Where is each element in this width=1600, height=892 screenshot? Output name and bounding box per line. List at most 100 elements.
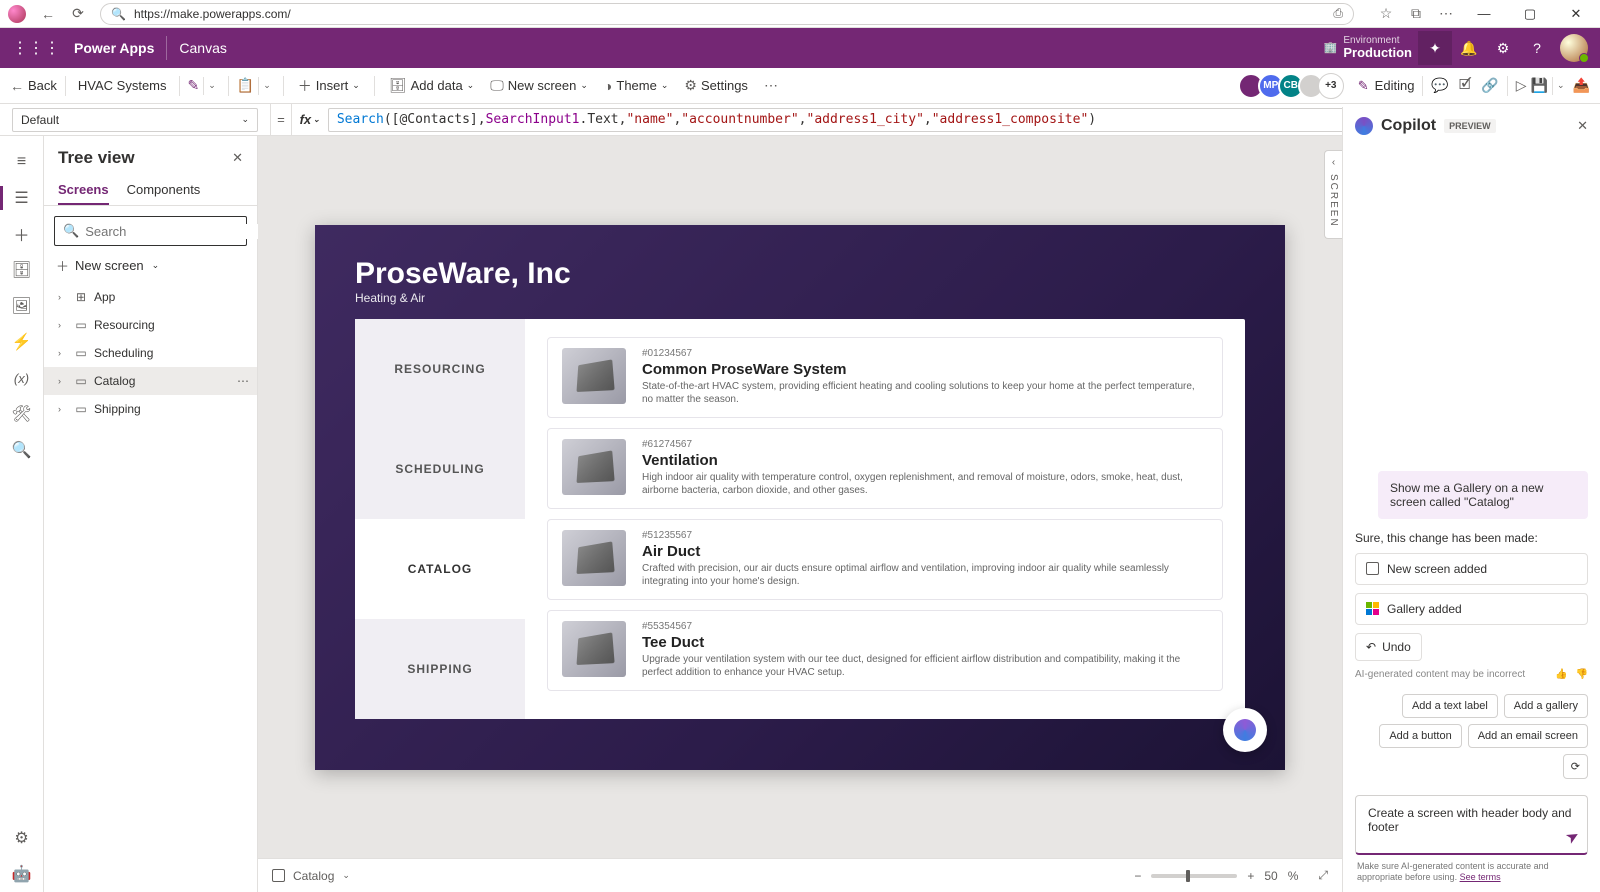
- profile-avatar[interactable]: [8, 5, 26, 23]
- tree-item-app[interactable]: ›⊞App⋯: [44, 283, 257, 311]
- copilot-title: Copilot: [1381, 117, 1436, 135]
- preview-nav-resourcing[interactable]: RESOURCING: [355, 319, 525, 419]
- send-icon[interactable]: ➤: [1561, 825, 1583, 849]
- copilot-input[interactable]: Create a screen with header body and foo…: [1355, 795, 1588, 855]
- fit-to-window-button[interactable]: ⤢: [1318, 868, 1328, 883]
- copilot-undo-button[interactable]: ↶ Undo: [1355, 633, 1422, 661]
- browser-chrome: ← ⟳ 🔍 ⎙ ☆ ⧉ ⋯ — ▢ ✕: [0, 0, 1600, 28]
- paste-dropdown[interactable]: ⌄: [258, 77, 275, 95]
- zoom-slider[interactable]: [1151, 874, 1237, 878]
- preview-nav-catalog[interactable]: CATALOG: [355, 519, 525, 619]
- rail-tree-view[interactable]: ☰: [0, 180, 44, 216]
- overflow-icon[interactable]: ⋯: [764, 77, 778, 94]
- rail-settings[interactable]: ⚙: [0, 820, 44, 856]
- property-selector[interactable]: Default ⌄: [12, 108, 258, 132]
- maximize-button[interactable]: ▢: [1514, 6, 1546, 22]
- tab-components[interactable]: Components: [127, 176, 201, 205]
- add-data-button[interactable]: 🗄 Add data ⌄: [383, 73, 480, 98]
- back-icon[interactable]: ←: [40, 6, 56, 22]
- thumbs-down-icon[interactable]: 👎: [1576, 669, 1588, 680]
- copilot-toggle-icon[interactable]: ✦: [1418, 31, 1452, 65]
- tab-screens[interactable]: Screens: [58, 176, 109, 205]
- save-dropdown[interactable]: ⌄: [1552, 77, 1569, 95]
- presence-avatars[interactable]: MP CB +3: [1244, 73, 1344, 99]
- zoom-out-button[interactable]: −: [1134, 869, 1141, 883]
- favorites-icon[interactable]: ☆: [1378, 6, 1394, 22]
- address-bar[interactable]: 🔍 ⎙: [100, 3, 1354, 25]
- tree-search-input[interactable]: [85, 224, 261, 239]
- rail-hamburger[interactable]: ≡: [0, 144, 44, 180]
- new-screen-button[interactable]: 🖵 New screen ⌄: [484, 73, 594, 98]
- url-input[interactable]: [134, 7, 1325, 21]
- editing-mode[interactable]: ✎ Editing: [1358, 78, 1415, 94]
- environment-picker[interactable]: 🏢 Environment Production: [1324, 35, 1412, 60]
- catalog-card[interactable]: #51235567Air DuctCrafted with precision,…: [547, 519, 1223, 600]
- tree-item-resourcing[interactable]: ›▭Resourcing⋯: [44, 311, 257, 339]
- close-icon[interactable]: ✕: [232, 150, 243, 166]
- settings-button[interactable]: ⚙ Settings: [678, 73, 754, 98]
- refresh-icon[interactable]: ⟳: [70, 6, 86, 22]
- back-button[interactable]: ← Back: [10, 78, 57, 94]
- notifications-icon[interactable]: 🔔: [1452, 31, 1486, 65]
- paste-icon[interactable]: 📋: [237, 77, 254, 94]
- preview-nav-shipping[interactable]: SHIPPING: [355, 619, 525, 719]
- rail-ask-virtual-agent[interactable]: 🤖: [0, 856, 44, 892]
- checker-icon[interactable]: 🗹: [1459, 74, 1472, 98]
- edit-dropdown[interactable]: ⌄: [203, 77, 220, 95]
- comments-icon[interactable]: 💬: [1431, 77, 1448, 94]
- tree-item-catalog[interactable]: ›▭Catalog⋯: [44, 367, 257, 395]
- canvas-area[interactable]: ‹ SCREEN ProseWare, Inc Heating & Air RE…: [258, 136, 1342, 858]
- screen-properties-tab[interactable]: ‹ SCREEN: [1324, 150, 1342, 239]
- preview-nav-scheduling[interactable]: SCHEDULING: [355, 419, 525, 519]
- save-icon[interactable]: 💾: [1531, 77, 1548, 94]
- see-terms-link[interactable]: See terms: [1460, 872, 1501, 882]
- share-icon[interactable]: 🔗: [1481, 77, 1498, 94]
- waffle-icon[interactable]: ⋮⋮⋮: [12, 38, 60, 58]
- collections-icon[interactable]: ⧉: [1408, 6, 1424, 22]
- close-icon[interactable]: ✕: [1577, 118, 1588, 134]
- rail-search[interactable]: 🔍: [0, 432, 44, 468]
- rail-advanced-tools[interactable]: 🛠: [0, 396, 44, 432]
- play-icon[interactable]: ▷: [1516, 77, 1527, 94]
- edit-icon[interactable]: ✎: [188, 77, 200, 94]
- more-icon[interactable]: ⋯: [237, 374, 249, 388]
- rail-insert[interactable]: ＋: [0, 216, 44, 252]
- theme-button[interactable]: ◑ Theme ⌄: [598, 74, 674, 98]
- user-avatar[interactable]: [1560, 34, 1588, 62]
- suggestion-chip[interactable]: Add a gallery: [1504, 694, 1588, 718]
- app-preview[interactable]: ProseWare, Inc Heating & Air RESOURCINGS…: [315, 225, 1285, 770]
- copilot-change-gallery[interactable]: Gallery added: [1355, 593, 1588, 625]
- publish-icon[interactable]: 📤: [1573, 77, 1590, 94]
- zoom-in-button[interactable]: +: [1247, 869, 1254, 883]
- rail-media[interactable]: 🖼: [0, 288, 44, 324]
- insert-button[interactable]: ＋ Insert ⌄: [292, 72, 366, 100]
- tree-new-screen[interactable]: ＋ New screen ⌄: [44, 252, 257, 283]
- copilot-change-screen[interactable]: New screen added: [1355, 553, 1588, 585]
- minimize-button[interactable]: —: [1468, 6, 1500, 21]
- chevron-right-icon: ›: [58, 404, 68, 414]
- catalog-card[interactable]: #61274567VentilationHigh indoor air qual…: [547, 428, 1223, 509]
- tree-item-shipping[interactable]: ›▭Shipping⋯: [44, 395, 257, 423]
- close-window-button[interactable]: ✕: [1560, 6, 1592, 22]
- copilot-fab[interactable]: [1223, 708, 1267, 752]
- reader-icon[interactable]: ⎙: [1333, 6, 1343, 21]
- refresh-suggestions-button[interactable]: ⟳: [1563, 754, 1588, 779]
- suggestion-chip[interactable]: Add an email screen: [1468, 724, 1588, 748]
- catalog-card[interactable]: #55354567Tee DuctUpgrade your ventilatio…: [547, 610, 1223, 691]
- rail-variables[interactable]: (x): [0, 360, 44, 396]
- product-thumbnail: [562, 348, 626, 404]
- fx-button[interactable]: fx⌄: [292, 112, 328, 127]
- rail-data[interactable]: 🗄: [0, 252, 44, 288]
- tree-search[interactable]: 🔍: [54, 216, 247, 246]
- product-description: Crafted with precision, our air ducts en…: [642, 562, 1208, 589]
- rail-power-automate[interactable]: ⚡: [0, 324, 44, 360]
- settings-icon[interactable]: ⚙: [1486, 31, 1520, 65]
- settings-more-icon[interactable]: ⋯: [1438, 6, 1454, 22]
- suggestion-chip[interactable]: Add a text label: [1402, 694, 1498, 718]
- catalog-card[interactable]: #01234567Common ProseWare SystemState-of…: [547, 337, 1223, 418]
- help-icon[interactable]: ?: [1520, 31, 1554, 65]
- tree-item-scheduling[interactable]: ›▭Scheduling⋯: [44, 339, 257, 367]
- suggestion-chip[interactable]: Add a button: [1379, 724, 1461, 748]
- thumbs-up-icon[interactable]: 👍: [1555, 669, 1567, 680]
- status-screen-selector[interactable]: Catalog ⌄: [272, 869, 350, 883]
